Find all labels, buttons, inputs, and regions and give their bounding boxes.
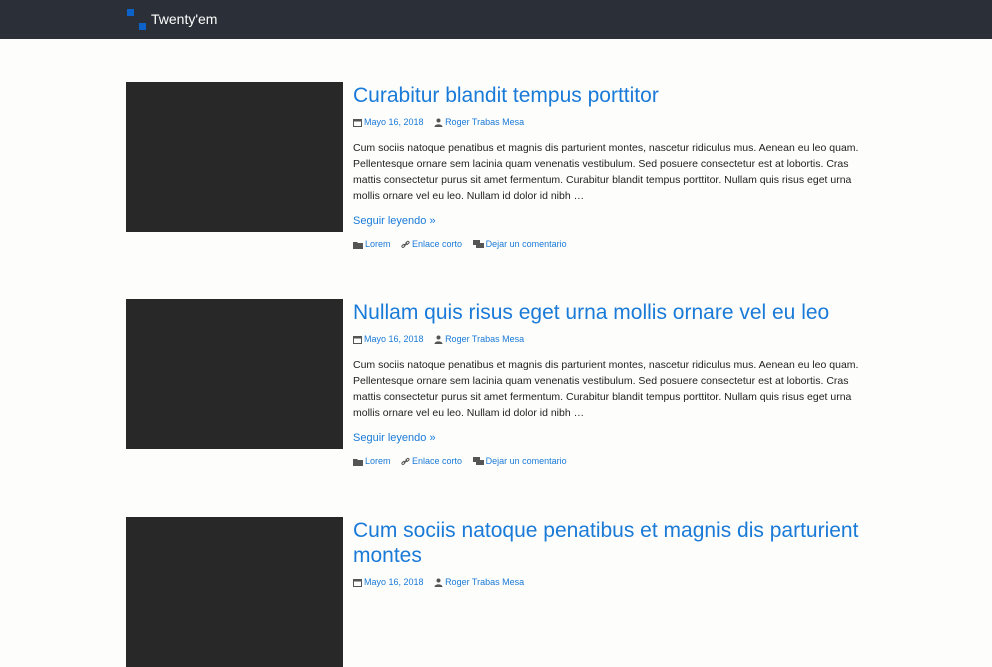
shortlink-link[interactable]: Enlace corto — [412, 456, 462, 466]
post-date-link[interactable]: Mayo 16, 2018 — [364, 577, 424, 587]
post-date-link[interactable]: Mayo 16, 2018 — [364, 334, 424, 344]
post-footer: Lorem Enlace corto Dejar un comentario — [353, 239, 868, 249]
post-author-link[interactable]: Roger Trabas Mesa — [445, 117, 524, 127]
calendar-icon — [353, 579, 362, 588]
post-meta: Mayo 16, 2018 Roger Trabas Mesa — [353, 333, 868, 345]
logo-square-top — [127, 9, 134, 16]
calendar-icon — [353, 336, 362, 345]
comments-link[interactable]: Dejar un comentario — [486, 239, 567, 249]
post-excerpt: Cum sociis natoque penatibus et magnis d… — [353, 142, 859, 202]
post-date-link[interactable]: Mayo 16, 2018 — [364, 117, 424, 127]
logo-square-bottom — [139, 23, 146, 30]
link-icon — [401, 240, 410, 249]
folder-icon — [353, 458, 363, 466]
post-title[interactable]: Curabitur blandit tempus porttitor — [353, 82, 868, 108]
post-title[interactable]: Cum sociis natoque penatibus et magnis d… — [353, 517, 868, 568]
post-author-link[interactable]: Roger Trabas Mesa — [445, 577, 524, 587]
post-body: Curabitur blandit tempus porttitor Mayo … — [353, 82, 868, 249]
link-icon — [401, 457, 410, 466]
shortlink-link[interactable]: Enlace corto — [412, 239, 462, 249]
post-title[interactable]: Nullam quis risus eget urna mollis ornar… — [353, 299, 868, 325]
site-logo[interactable] — [127, 9, 147, 31]
user-icon — [434, 578, 443, 588]
post-footer: Lorem Enlace corto Dejar un comentario — [353, 456, 868, 466]
category-link[interactable]: Lorem — [365, 239, 391, 249]
post-meta: Mayo 16, 2018 Roger Trabas Mesa — [353, 576, 868, 588]
post-author-link[interactable]: Roger Trabas Mesa — [445, 334, 524, 344]
user-icon — [434, 118, 443, 128]
comments-icon — [472, 240, 484, 249]
comments-link[interactable]: Dejar un comentario — [486, 456, 567, 466]
post-thumbnail[interactable] — [126, 299, 343, 449]
comments-icon — [472, 457, 484, 466]
post-body: Nullam quis risus eget urna mollis ornar… — [353, 299, 868, 466]
post-meta: Mayo 16, 2018 Roger Trabas Mesa — [353, 116, 868, 128]
post-body: Cum sociis natoque penatibus et magnis d… — [353, 517, 868, 588]
read-more-link[interactable]: Seguir leyendo » — [353, 215, 868, 227]
user-icon — [434, 335, 443, 345]
post-thumbnail[interactable] — [126, 517, 343, 667]
calendar-icon — [353, 119, 362, 128]
category-link[interactable]: Lorem — [365, 456, 391, 466]
site-title-link[interactable]: Twenty'em — [151, 11, 217, 27]
post-thumbnail[interactable] — [126, 82, 343, 232]
read-more-link[interactable]: Seguir leyendo » — [353, 432, 868, 444]
site-header: Twenty'em — [0, 0, 992, 39]
folder-icon — [353, 241, 363, 249]
post-excerpt: Cum sociis natoque penatibus et magnis d… — [353, 359, 859, 419]
